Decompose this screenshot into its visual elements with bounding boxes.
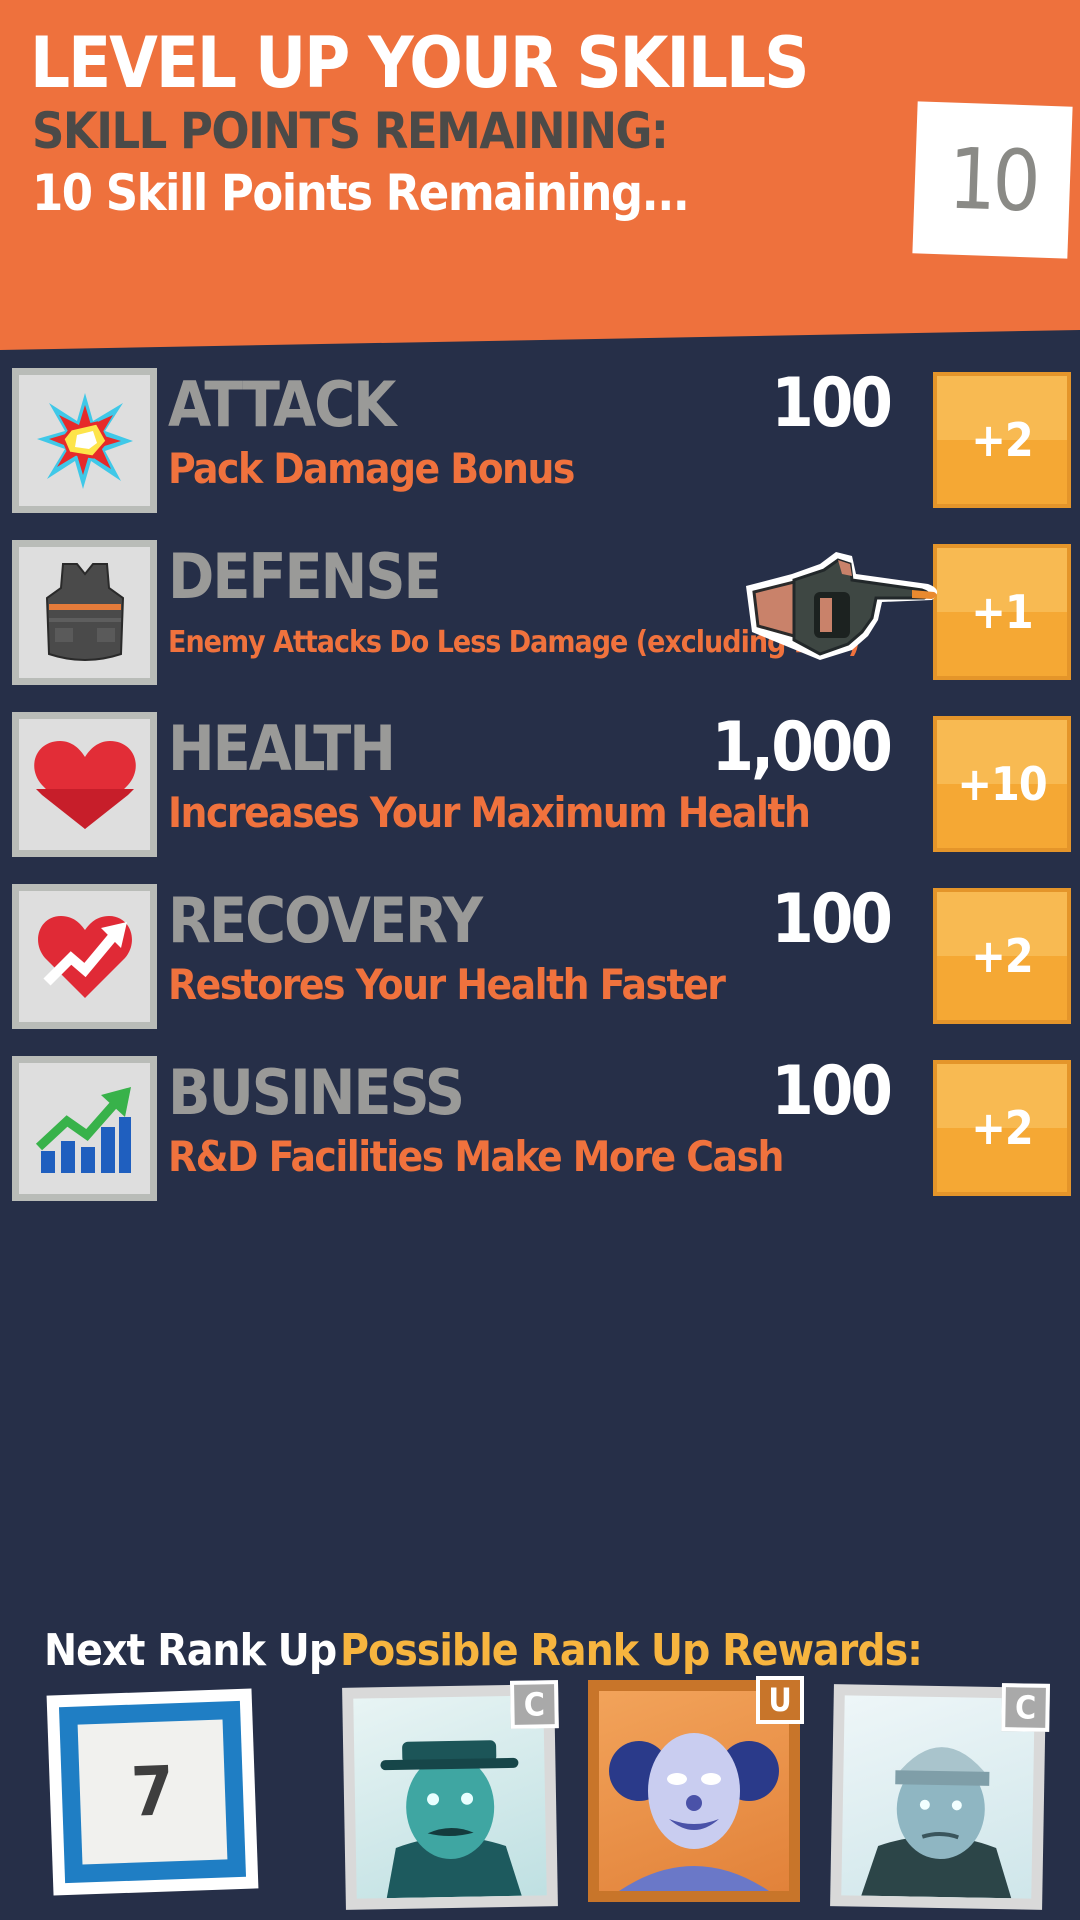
skill-points-remaining-text: 10 Skill Points Remaining... xyxy=(32,164,690,222)
skill-description: Increases Your Maximum Health xyxy=(168,788,811,837)
skill-description: Restores Your Health Faster xyxy=(168,960,726,1009)
skill-name: BUSINESS xyxy=(168,1056,465,1129)
reward-card-2[interactable]: U xyxy=(588,1676,804,1902)
skill-description: R&D Facilities Make More Cash xyxy=(168,1132,784,1181)
rarity-badge: U xyxy=(756,1676,804,1724)
pointing-hand-icon xyxy=(732,540,947,675)
skill-row-recovery: RECOVERY Restores Your Health Faster 100… xyxy=(0,880,1080,1029)
skill-name: DEFENSE xyxy=(168,540,442,613)
skill-row-attack: ATTACK Pack Damage Bonus 100 +2 xyxy=(0,364,1080,513)
skill-row-health: HEALTH Increases Your Maximum Health 1,0… xyxy=(0,708,1080,857)
next-rank-value: 7 xyxy=(77,1719,228,1865)
skill-value: 100 xyxy=(771,880,893,959)
skill-value: 100 xyxy=(771,1052,893,1131)
skill-description: Pack Damage Bonus xyxy=(168,444,575,493)
defense-plus-button[interactable]: +1 xyxy=(933,544,1071,680)
skill-name: HEALTH xyxy=(168,712,396,785)
rewards-label: Possible Rank Up Rewards: xyxy=(340,1625,923,1676)
heart-arrow-icon xyxy=(12,884,157,1029)
business-plus-button[interactable]: +2 xyxy=(933,1060,1071,1196)
skill-points-subtitle: SKILL POINTS REMAINING: xyxy=(32,102,669,160)
rarity-badge: C xyxy=(1001,1683,1050,1732)
skill-row-business: BUSINESS R&D Facilities Make More Cash 1… xyxy=(0,1052,1080,1201)
health-plus-button[interactable]: +10 xyxy=(933,716,1071,852)
vest-icon xyxy=(12,540,157,685)
page-title: LEVEL UP YOUR SKILLS xyxy=(30,22,810,104)
rarity-badge: C xyxy=(509,1680,559,1729)
reward-card-3[interactable]: C xyxy=(830,1683,1050,1910)
next-rank-badge: 7 xyxy=(46,1688,259,1896)
skill-name: ATTACK xyxy=(168,368,396,441)
skill-name: RECOVERY xyxy=(168,884,483,957)
recovery-plus-button[interactable]: +2 xyxy=(933,888,1071,1024)
explosion-icon xyxy=(12,368,157,513)
skill-value: 100 xyxy=(771,364,893,443)
skill-points-counter: 10 xyxy=(912,101,1073,259)
chart-up-icon xyxy=(12,1056,157,1201)
heart-icon xyxy=(12,712,157,857)
next-rank-label: Next Rank Up xyxy=(44,1625,337,1676)
attack-plus-button[interactable]: +2 xyxy=(933,372,1071,508)
skill-value: 1,000 xyxy=(711,708,893,787)
reward-card-1[interactable]: C xyxy=(342,1680,559,1910)
